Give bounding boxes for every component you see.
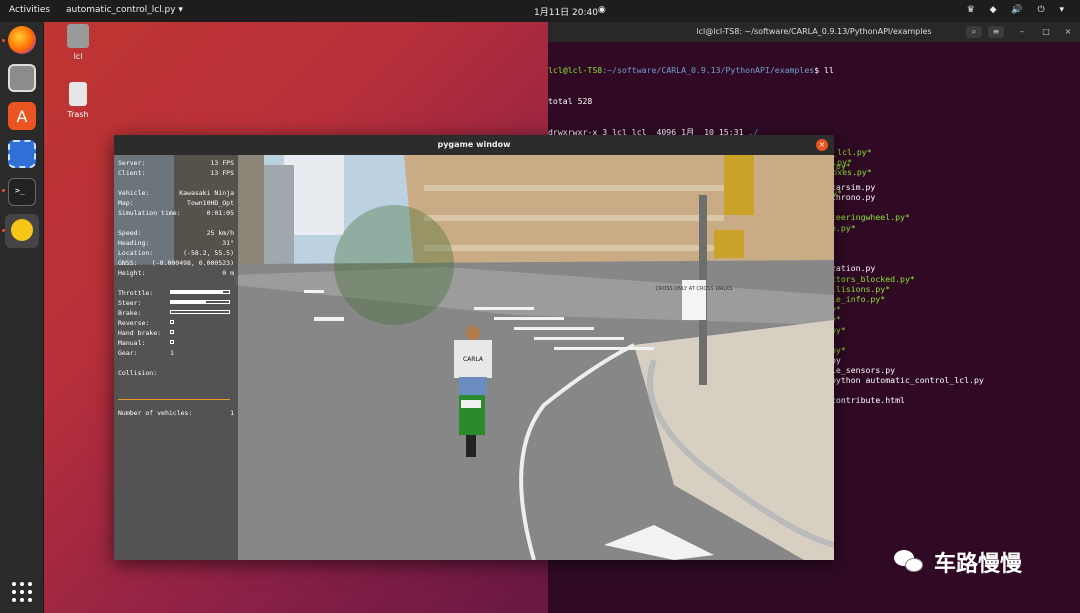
home-folder[interactable]: lcl bbox=[58, 24, 98, 61]
listing-filename-partial: llisions.py* bbox=[831, 284, 891, 294]
hud-value: 13 FPS bbox=[210, 169, 234, 177]
hud-value: 25 km/h bbox=[206, 229, 234, 237]
hud-checkbox bbox=[170, 320, 174, 324]
listing-filename-partial: contribute.html bbox=[831, 395, 905, 405]
dock: A >_ bbox=[0, 22, 44, 613]
home-folder-label: lcl bbox=[73, 52, 83, 61]
hud-control-bar bbox=[170, 300, 230, 304]
vehicles-value: 1 bbox=[230, 409, 234, 417]
listing-filename-partial: ctors_blocked.py* bbox=[831, 274, 915, 284]
pygame-titlebar[interactable]: pygame window bbox=[114, 135, 834, 155]
hud-control-label: Reverse: bbox=[118, 319, 150, 327]
watermark-text: 车路慢慢 bbox=[934, 552, 1023, 577]
prompt-user: lcl@lcl-TS8 bbox=[548, 65, 603, 76]
app-menu[interactable]: automatic_control_lcl.py ▾ bbox=[66, 5, 183, 15]
bag-icon: A bbox=[17, 107, 28, 126]
vehicles-label: Number of vehicles: bbox=[118, 409, 193, 417]
hud-control-label: Steer: bbox=[118, 299, 142, 307]
hud-label: GNSS: bbox=[118, 259, 138, 267]
listing-filename-partial: carsim.py bbox=[831, 182, 876, 192]
minimize-icon[interactable]: – bbox=[1014, 26, 1030, 38]
home-folder-icon bbox=[67, 24, 89, 48]
svg-text:A: A bbox=[17, 107, 28, 126]
listing-filename-partial: teeringwheel.py* bbox=[831, 212, 910, 222]
hud-label: Server: bbox=[118, 159, 146, 167]
hud-value: 13 FPS bbox=[210, 159, 234, 167]
software-center-icon[interactable]: A bbox=[8, 102, 36, 130]
hud-label: Simulation time: bbox=[118, 209, 181, 217]
show-applications-icon[interactable] bbox=[12, 582, 32, 602]
pygame-window[interactable]: pygame window × CROSS ONLY AT CROSS WALK… bbox=[114, 135, 834, 560]
listing-filename-partial: python automatic_control_lcl.py bbox=[831, 375, 984, 385]
activities-button[interactable]: Activities bbox=[9, 5, 50, 15]
hud-checkbox bbox=[170, 340, 174, 344]
pygame-title: pygame window bbox=[437, 140, 511, 149]
running-indicator bbox=[2, 189, 5, 192]
hud-label: Height: bbox=[118, 269, 146, 277]
gear-label: Gear: bbox=[118, 349, 138, 357]
hud-value: 0 m bbox=[222, 269, 234, 277]
hud-label: Client: bbox=[118, 169, 146, 177]
firefox-icon[interactable] bbox=[8, 26, 36, 54]
top-bar: Activities automatic_control_lcl.py ▾ 1月… bbox=[0, 0, 1080, 22]
svg-text:CROSS ONLY AT CROSS WALKS: CROSS ONLY AT CROSS WALKS bbox=[655, 286, 732, 292]
prompt-command: $ ll bbox=[814, 65, 834, 76]
running-indicator bbox=[2, 39, 5, 42]
watermark: 车路慢慢 bbox=[894, 546, 1022, 578]
trash-icon bbox=[69, 82, 87, 106]
hud-control-label: Brake: bbox=[118, 309, 142, 317]
terminal-search-icon[interactable]: ⌕ bbox=[966, 26, 982, 38]
listing-filename-partial: le_sensors.py bbox=[831, 365, 896, 375]
terminal-titlebar[interactable]: lcl@lcl-TS8: ~/software/CARLA_0.9.13/Pyt… bbox=[548, 22, 1080, 42]
python-app-active-tile[interactable] bbox=[5, 214, 39, 248]
hud-panel: Server: 13 FPS Client: 13 FPS Vehicle: Kawasa… bbox=[114, 155, 238, 560]
trash[interactable]: Trash bbox=[58, 82, 98, 119]
wechat-icon bbox=[894, 550, 924, 574]
maximize-icon[interactable]: □ bbox=[1038, 26, 1054, 38]
collision-graph bbox=[118, 399, 230, 400]
svg-text:CARLA: CARLA bbox=[463, 356, 484, 363]
hud-label: Location: bbox=[118, 249, 154, 257]
files-icon[interactable] bbox=[8, 64, 36, 92]
listing-filename-partial: chrono.py bbox=[831, 192, 876, 202]
screenshot-icon[interactable] bbox=[8, 140, 36, 168]
listing-filename-partial: zation.py bbox=[831, 263, 876, 273]
hud-value: (-0.000498, 0.000523) bbox=[151, 259, 234, 267]
listing-filename-partial: le_info.py* bbox=[831, 294, 886, 304]
hud-checkbox bbox=[170, 330, 174, 334]
terminal-icon[interactable]: >_ bbox=[8, 178, 36, 206]
hud-label: Heading: bbox=[118, 239, 150, 247]
hud-control-bar bbox=[170, 290, 230, 294]
collision-label: Collision: bbox=[118, 369, 158, 377]
hud-control-label: Hand brake: bbox=[118, 329, 162, 337]
trash-label: Trash bbox=[67, 110, 89, 119]
clock[interactable]: 1月11日 20:40 bbox=[534, 5, 598, 18]
hud-value: (-58.2, 55.5) bbox=[183, 249, 234, 257]
pygame-snake-icon bbox=[11, 219, 33, 241]
hud-label: Map: bbox=[118, 199, 134, 207]
listing-filename-partial: e.py* bbox=[831, 223, 856, 233]
close-icon[interactable]: × bbox=[1060, 26, 1076, 38]
hud-value: 31° bbox=[222, 239, 234, 247]
prompt-path: :~/software/CARLA_0.9.13/PythonAPI/examp… bbox=[602, 65, 815, 76]
pygame-close-icon[interactable]: × bbox=[816, 139, 828, 151]
total-line: total 528 bbox=[548, 96, 593, 107]
prompt-line: lcl@lcl-TS8:~/software/CARLA_0.9.13/Pyth… bbox=[548, 65, 872, 75]
hud-label: Speed: bbox=[118, 229, 142, 237]
hud-value: Kawasaki Ninja bbox=[179, 189, 234, 197]
gear-value: 1 bbox=[170, 349, 174, 357]
hud-value: Town10HD_Opt bbox=[187, 199, 234, 207]
hud-label: Vehicle: bbox=[118, 189, 150, 197]
hud-value: 0:01:05 bbox=[206, 209, 234, 217]
prompt-glyph-icon: >_ bbox=[15, 186, 25, 195]
hud-control-label: Throttle: bbox=[118, 289, 154, 297]
system-tray[interactable]: ♛ ◆ 🔊 ⏻ ▾ bbox=[967, 5, 1070, 15]
svg-text:>_: >_ bbox=[15, 186, 25, 195]
notification-indicator: ◉ bbox=[598, 5, 606, 15]
terminal-menu-icon[interactable]: ≡ bbox=[988, 26, 1004, 38]
hud-control-bar bbox=[170, 310, 230, 314]
hud-control-label: Manual: bbox=[118, 339, 146, 347]
